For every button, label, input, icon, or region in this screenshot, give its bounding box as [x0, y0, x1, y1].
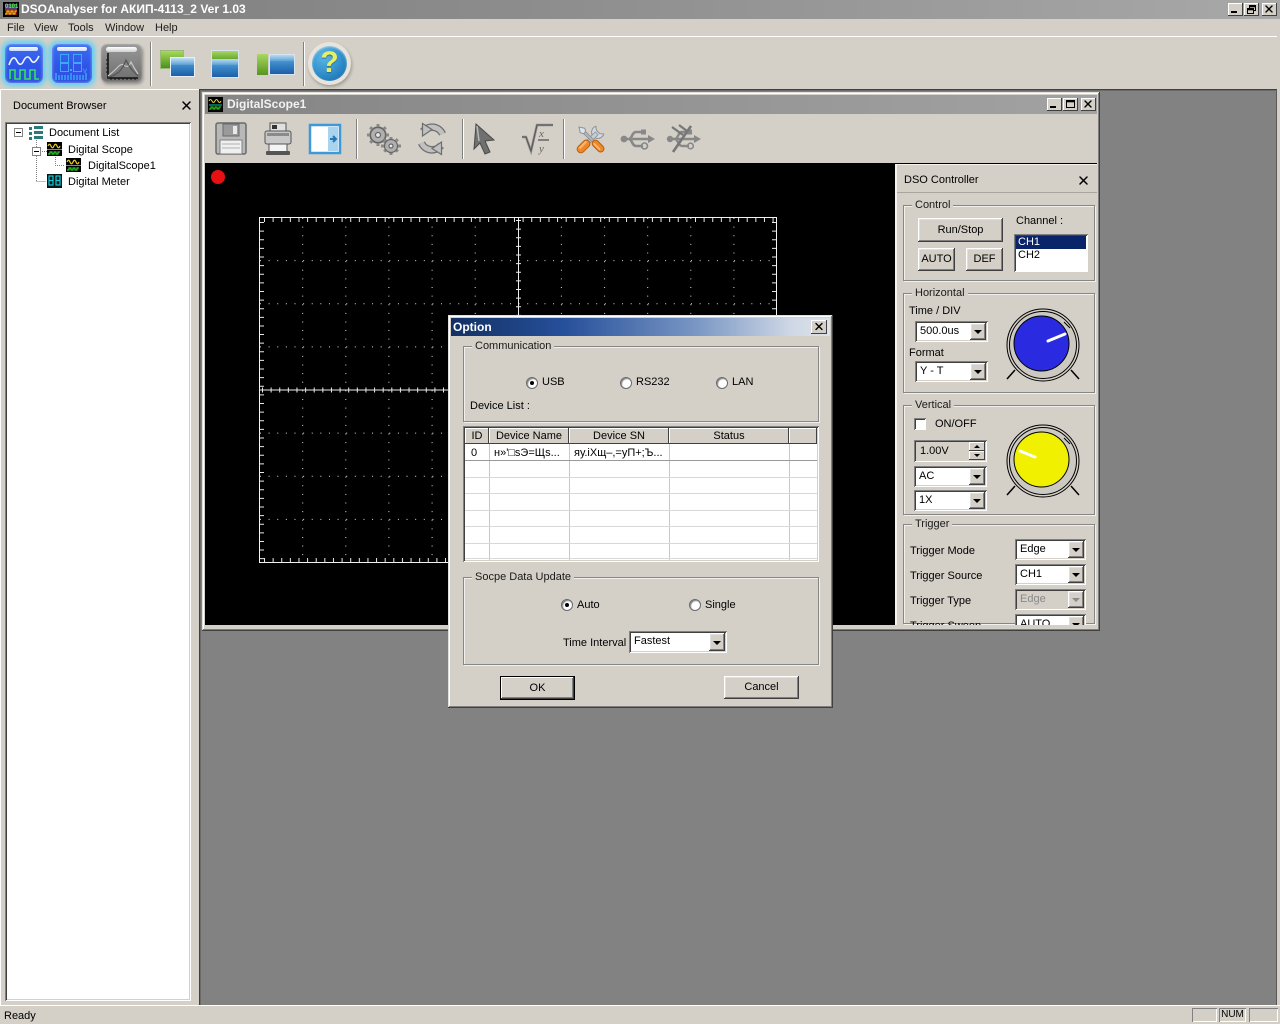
svg-text:y: y [538, 143, 544, 155]
svg-text:x: x [538, 128, 544, 140]
